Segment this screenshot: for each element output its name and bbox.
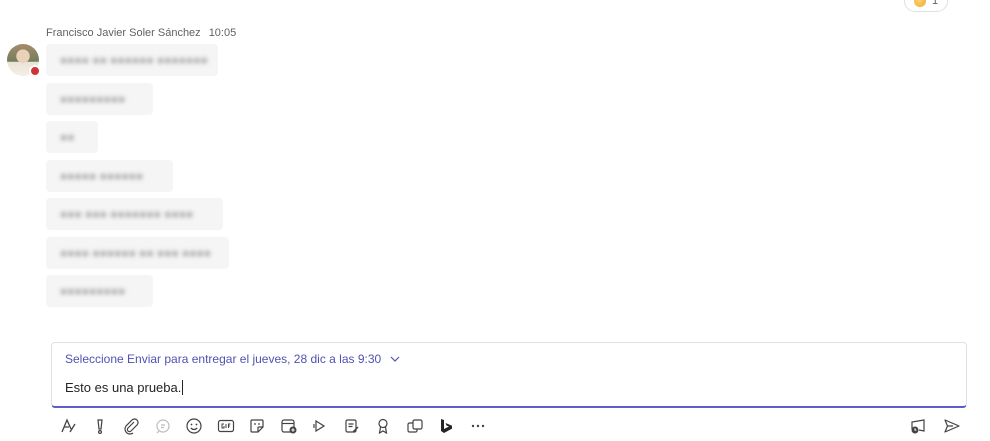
send-icon — [944, 419, 960, 433]
format-text-icon — [61, 418, 76, 433]
compose-toolbar — [56, 414, 490, 438]
praise-button[interactable] — [371, 414, 395, 438]
loop-button[interactable] — [151, 414, 175, 438]
send-button[interactable] — [940, 414, 964, 438]
format-button[interactable] — [56, 414, 80, 438]
chevron-down-icon[interactable] — [389, 353, 401, 365]
loop-component-icon — [155, 419, 170, 434]
sticker-button[interactable] — [245, 414, 269, 438]
apps-button[interactable] — [403, 414, 427, 438]
chat-bubble[interactable]: ●●●● ●● ●●●●●● ●●●●●●● — [46, 44, 218, 76]
message-header: Francisco Javier Soler Sánchez 10:05 — [46, 27, 236, 39]
text-caret — [182, 380, 184, 395]
schedule-banner[interactable]: Seleccione Enviar para entregar el jueve… — [65, 352, 401, 366]
forms-button[interactable] — [340, 414, 364, 438]
message-input[interactable]: Esto es una prueba. — [65, 380, 184, 395]
ellipsis-icon — [471, 424, 484, 428]
author-name: Francisco Javier Soler Sánchez — [46, 27, 201, 39]
message-composer[interactable]: Seleccione Enviar para entregar el jueve… — [51, 342, 967, 408]
more-options-button[interactable] — [466, 414, 490, 438]
exclamation-icon — [96, 419, 103, 435]
reaction-count: 1 — [931, 0, 939, 7]
app-grid-icon — [406, 419, 423, 433]
emoji-button[interactable] — [182, 414, 206, 438]
chat-bubble[interactable]: ●●●● ●●●●●● ●● ●●● ●●●● — [46, 236, 229, 269]
chat-bubble[interactable]: ●● — [46, 121, 98, 153]
play-forward-icon — [313, 419, 326, 433]
chat-bubble[interactable]: ●●●●● ●●●●●● — [46, 159, 173, 192]
bing-icon — [441, 419, 452, 433]
important-button[interactable] — [88, 414, 112, 438]
chat-bubble[interactable]: ●●●●●●●●● — [46, 275, 153, 307]
chat-bubble[interactable]: ●●● ●●● ●●●●●●● ●●●● — [46, 198, 223, 230]
message-time: 10:05 — [208, 27, 237, 39]
reaction-pill[interactable]: 1 — [904, 0, 948, 12]
presence-busy-icon — [29, 65, 41, 77]
sticker-icon — [250, 419, 264, 433]
attach-button[interactable] — [119, 414, 143, 438]
send-actions — [906, 414, 964, 438]
schedule-text: Seleccione Enviar para entregar el jueve… — [65, 352, 382, 366]
message-group: ●●●● ●● ●●●●●● ●●●●●●● ●●●●●●●●● ●● ●●●●… — [46, 44, 229, 314]
schedule-meeting-button[interactable] — [277, 414, 301, 438]
gif-icon — [217, 419, 234, 433]
award-ribbon-icon — [378, 418, 388, 435]
smiley-icon — [186, 418, 202, 434]
avatar[interactable] — [7, 44, 41, 77]
paperclip-icon — [124, 418, 139, 435]
emoji-reaction-icon — [913, 0, 926, 7]
scheduled-send-icon — [911, 419, 925, 434]
gif-button[interactable] — [214, 414, 238, 438]
calendar-add-icon — [280, 419, 296, 434]
bing-button[interactable] — [434, 414, 458, 438]
clipboard-edit-icon — [344, 419, 359, 433]
chat-bubble[interactable]: ●●●●●●●●● — [46, 82, 153, 115]
scheduled-send-button[interactable] — [906, 414, 930, 438]
stream-button[interactable] — [308, 414, 332, 438]
